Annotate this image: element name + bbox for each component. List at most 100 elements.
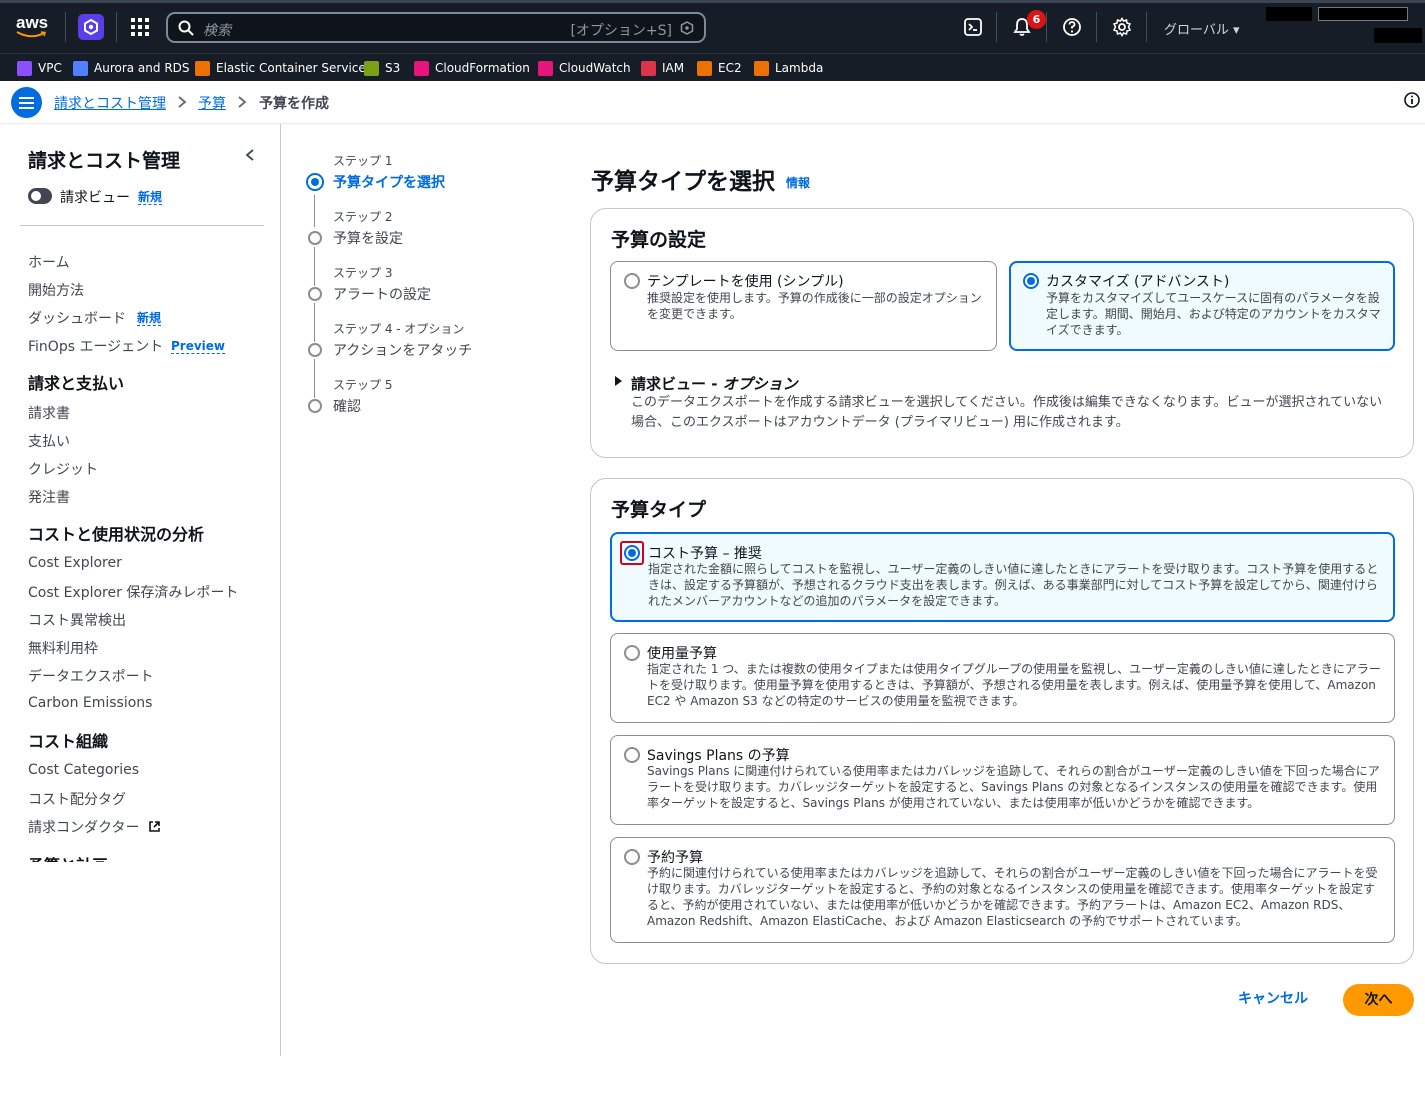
favorite-aurora-rds[interactable]: Aurora and RDS <box>73 60 190 76</box>
nav-cost-allocation-tags[interactable]: コスト配分タグ <box>28 789 126 809</box>
usage-budget-radio[interactable] <box>624 645 640 661</box>
favorite-lambda[interactable]: Lambda <box>754 60 823 76</box>
favorite-label: CloudWatch <box>559 61 631 75</box>
s3-service-icon <box>364 61 379 76</box>
side-nav-title: 請求とコスト管理 <box>28 150 181 172</box>
savings-plans-budget-tile[interactable]: Savings Plans の予算 Savings Plans に関連付けられて… <box>610 735 1395 825</box>
step-5-indicator <box>308 399 322 413</box>
nav-cost-categories[interactable]: Cost Categories <box>28 762 139 778</box>
nav-free-tier[interactable]: 無料利用枠 <box>28 638 98 658</box>
template-option-description: 推奨設定を使用します。予算の作成後に一部の設定オプションを変更できます。 <box>647 291 982 321</box>
usage-budget-tile[interactable]: 使用量予算 指定された 1 つ、または複数の使用タイプまたは使用タイプグループの… <box>610 633 1395 723</box>
next-button[interactable]: 次へ <box>1343 984 1414 1016</box>
savings-plans-budget-radio[interactable] <box>624 747 640 763</box>
services-grid-icon[interactable] <box>130 17 150 37</box>
iam-service-icon <box>641 61 656 76</box>
step-1-label[interactable]: 予算タイプを選択 <box>333 172 445 192</box>
step-5-label: 確認 <box>333 399 361 415</box>
nav-cost-explorer-saved-reports[interactable]: Cost Explorer 保存済みレポート <box>28 582 238 602</box>
nav-billing-conductor[interactable]: 請求コンダクター <box>28 817 161 837</box>
usage-budget-description: 指定された 1 つ、または複数の使用タイプまたは使用タイプグループの使用量を監視… <box>647 662 1381 708</box>
favorite-ecs[interactable]: Elastic Container Service <box>195 60 366 76</box>
cost-budget-radio[interactable] <box>624 545 640 561</box>
favorite-cloudwatch[interactable]: CloudWatch <box>538 60 631 76</box>
search-placeholder: 検索 <box>203 23 231 39</box>
nav-cost-explorer[interactable]: Cost Explorer <box>28 555 122 571</box>
aws-logo[interactable]: aws <box>16 14 50 40</box>
nav-getting-started[interactable]: 開始方法 <box>28 280 84 300</box>
favorite-label: Lambda <box>775 61 824 75</box>
nav-dashboard[interactable]: ダッシュボード <box>28 308 126 328</box>
favorite-cloudformation[interactable]: CloudFormation <box>414 60 530 76</box>
region-label: グローバル <box>1164 23 1229 38</box>
template-radio[interactable] <box>624 273 640 289</box>
top-navigation: aws 検索 [オプション+S] 6 グローバル ▾ <box>0 0 1425 53</box>
menu-icon-line <box>19 102 34 104</box>
nav-carbon-emissions[interactable]: Carbon Emissions <box>28 695 152 711</box>
top-stripe <box>0 0 1425 3</box>
side-navigation-toggle-button[interactable] <box>11 87 42 118</box>
settings-gear-icon[interactable] <box>1112 17 1132 37</box>
customize-radio[interactable] <box>1023 273 1039 289</box>
search-shortcut: [オプション+S] <box>570 23 672 39</box>
new-badge[interactable]: 新規 <box>137 311 162 326</box>
nav-bills[interactable]: 請求書 <box>28 403 70 423</box>
template-option-tile[interactable]: テンプレートを使用 (シンプル) 推奨設定を使用します。予算の作成後に一部の設定… <box>610 261 997 351</box>
cost-budget-tile[interactable]: コスト予算 – 推奨 指定された金額に照らしてコストを監視し、ユーザー定義のしき… <box>610 532 1395 622</box>
expander-title-optional: オプション <box>722 375 798 393</box>
step-connector <box>314 247 315 286</box>
separator <box>1046 12 1047 42</box>
favorite-iam[interactable]: IAM <box>641 60 684 76</box>
cancel-button[interactable]: キャンセル <box>1238 988 1308 1008</box>
separator <box>1096 12 1097 42</box>
menu-icon-line <box>19 97 34 99</box>
close-side-nav-icon[interactable] <box>244 148 256 162</box>
reservation-budget-radio[interactable] <box>624 849 640 865</box>
nav-payments[interactable]: 支払い <box>28 431 70 451</box>
info-link[interactable]: 情報 <box>786 174 810 191</box>
info-panel-icon[interactable] <box>1404 92 1420 108</box>
separator <box>996 12 997 42</box>
customize-option-tile[interactable]: カスタマイズ (アドバンスト) 予算をカスタマイズしてユースケースに固有のパラメ… <box>1009 261 1395 351</box>
step-1-number: ステップ 1 <box>333 154 393 168</box>
nav-data-exports[interactable]: データエクスポート <box>28 666 154 686</box>
template-option-title: テンプレートを使用 (シンプル) <box>647 274 844 290</box>
account-redacted[interactable] <box>1318 7 1408 21</box>
favorite-s3[interactable]: S3 <box>364 60 400 76</box>
preview-badge[interactable]: Preview <box>171 339 226 354</box>
search-input[interactable]: 検索 [オプション+S] <box>166 12 706 43</box>
region-selector[interactable]: グローバル ▾ <box>1164 19 1240 38</box>
nav-finops-agent[interactable]: FinOps エージェント <box>28 336 163 356</box>
separator <box>116 12 117 42</box>
account-redacted[interactable] <box>1266 7 1312 21</box>
nav-purchase-orders[interactable]: 発注書 <box>28 487 70 507</box>
help-icon[interactable] <box>1062 17 1082 37</box>
step-4-indicator <box>308 343 322 357</box>
favorite-label: IAM <box>662 61 685 75</box>
new-badge[interactable]: 新規 <box>138 190 163 205</box>
chevron-right-icon <box>178 96 187 108</box>
step-2-label: 予算を設定 <box>333 231 403 247</box>
usage-budget-title: 使用量予算 <box>647 646 717 662</box>
step-connector <box>314 359 315 398</box>
billing-view-toggle[interactable] <box>28 188 52 204</box>
separator <box>1146 12 1147 42</box>
nav-home[interactable]: ホーム <box>28 252 70 272</box>
favorite-label: S3 <box>385 61 401 75</box>
page-title: 予算タイプを選択 <box>591 169 775 195</box>
breadcrumb-budgets[interactable]: 予算 <box>198 93 226 113</box>
account-redacted[interactable] <box>1374 28 1422 43</box>
aws-smile-icon <box>16 31 46 38</box>
amazon-q-icon[interactable] <box>78 14 104 40</box>
savings-plans-budget-title: Savings Plans の予算 <box>647 748 790 764</box>
favorite-ec2[interactable]: EC2 <box>697 60 742 76</box>
cloudformation-service-icon <box>414 61 429 76</box>
breadcrumb-billing[interactable]: 請求とコスト管理 <box>54 93 166 113</box>
billing-view-expander-description: このデータエクスポートを作成する請求ビューを選択してください。作成後は編集できな… <box>631 395 1383 430</box>
wizard-steps: ステップ 1 予算タイプを選択 ステップ 2 予算を設定 ステップ 3 アラート… <box>300 140 560 440</box>
nav-credits[interactable]: クレジット <box>28 459 98 479</box>
favorite-vpc[interactable]: VPC <box>17 60 62 76</box>
reservation-budget-tile[interactable]: 予約予算 予約に関連付けられている使用率またはカバレッジを追跡して、それらの割合… <box>610 837 1395 943</box>
cloudshell-icon[interactable] <box>963 17 983 37</box>
nav-cost-anomaly-detection[interactable]: コスト異常検出 <box>28 610 126 630</box>
